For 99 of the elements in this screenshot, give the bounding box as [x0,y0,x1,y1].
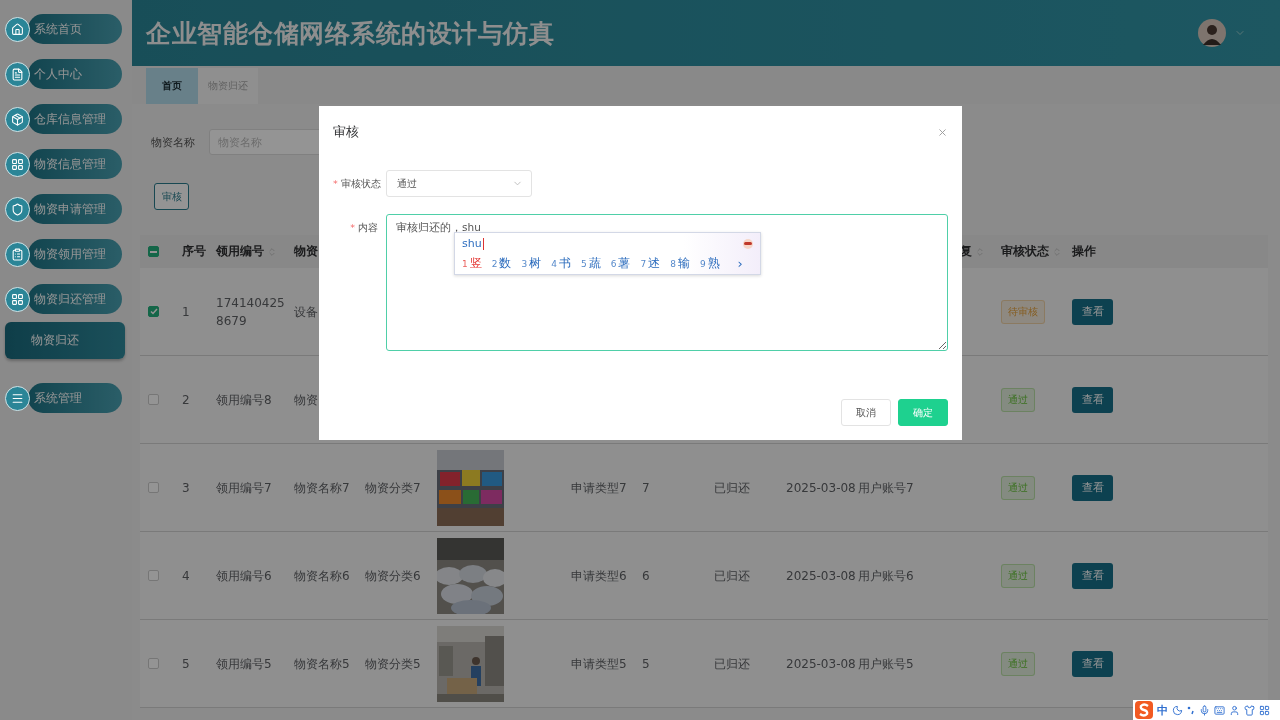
table-cell-text: 物资分类6 [365,567,422,585]
search-label: 物资名称 [151,134,195,150]
ime-candidate[interactable]: 1 竖 [462,254,482,272]
table-cell-text: 已归还 [714,567,751,585]
table-cell-text: 物资分类5 [365,655,422,673]
table-cell-text: 5 [642,655,651,673]
tab[interactable]: 首页 [146,68,198,104]
shirt-icon[interactable] [1244,704,1255,716]
table-cell-text: 2025-03-08 [786,655,857,673]
ime-candidate[interactable]: 4 书 [551,254,571,272]
row-checkbox[interactable] [148,570,159,581]
field-label: 审核状态 [340,178,381,189]
row-checkbox[interactable] [148,394,159,405]
table-cell-text: 1741404258679 [216,294,286,330]
sidebar-item[interactable]: 物资归还管理 [28,284,122,314]
table-cell-text: 2025-03-08 [786,479,857,497]
table-cell-text: 领用编号7 [216,479,273,497]
punctuation-icon[interactable] [1187,705,1195,715]
review-button[interactable]: 审核 [154,183,189,210]
ime-logo-icon[interactable] [1135,701,1153,719]
table-cell-text: 用户账号7 [858,479,915,497]
table-cell-text: 物资名称6 [294,567,351,585]
ime-candidate[interactable]: 7 述 [640,254,661,272]
clipboard-icon [5,241,30,267]
table-cell-text: 领用编号8 [216,391,273,409]
next-page-button[interactable]: › [737,255,743,271]
cancel-button[interactable]: 取消 [841,399,891,426]
sidebar-item[interactable]: 物资信息管理 [28,149,122,179]
table-cell-text: 物资名称7 [294,479,351,497]
ime-candidate[interactable]: 9 熟 [699,254,720,272]
ime-candidate[interactable]: 8 输 [670,254,690,272]
mascot-icon [742,238,754,249]
table-cell-text: 6 [642,567,651,585]
view-button[interactable]: 查看 [1072,386,1113,413]
row-checkbox[interactable] [148,658,159,669]
table-cell-text: 申请类型7 [571,479,628,497]
view-button[interactable]: 查看 [1072,474,1113,501]
sidebar-item[interactable]: 系统管理 [28,383,122,413]
table-cell-text: 物资 [294,391,319,409]
ime-candidate[interactable]: 3 树 [521,254,542,272]
view-button[interactable]: 查看 [1072,298,1113,325]
sidebar-item[interactable]: 系统首页 [28,14,122,44]
moon-icon[interactable] [1172,704,1183,716]
table-cell-text: 已归还 [714,655,751,673]
table-cell-text: 7 [642,479,651,497]
shield-icon [5,196,30,222]
avatar[interactable] [1198,19,1226,47]
table-cell-text: 领用编号6 [216,567,273,585]
user-icon[interactable] [1229,704,1240,716]
microphone-icon[interactable] [1199,704,1210,716]
table-cell-text: 领用编号5 [216,655,273,673]
table-cell-text: 用户账号5 [858,655,915,673]
keyboard-icon[interactable] [1214,704,1225,716]
ime-candidate[interactable]: 6 薯 [610,254,631,272]
table-cell-text: 2025-03-08 [786,567,857,585]
table-cell-text: 1 [182,303,191,321]
row-checkbox[interactable] [148,482,159,493]
view-button[interactable]: 查看 [1072,562,1113,589]
sidebar-item[interactable]: 物资申请管理 [28,194,122,224]
table-cell-text: 设备 [294,303,319,321]
column-header[interactable]: 序号 [182,243,206,260]
table-cell-text: 已归还 [714,479,751,497]
sidebar-subitem[interactable]: 物资归还 [5,322,125,359]
table-cell-text: 申请类型5 [571,655,628,673]
column-header[interactable]: 操作 [1072,243,1096,260]
table-cell-text: 3 [182,479,191,497]
table-cell-text: 申请类型6 [571,567,628,585]
table-cell-text: 用户账号6 [858,567,915,585]
select-all-checkbox[interactable] [148,246,159,257]
table-cell-text: 2 [182,391,191,409]
document-icon [5,61,30,87]
ime-candidate[interactable]: 2 数 [491,254,512,272]
menu-icon [5,385,30,411]
sidebar-item[interactable]: 仓库信息管理 [28,104,122,134]
sidebar-item[interactable]: 个人中心 [28,59,122,89]
field-label: 内容 [358,222,378,233]
ime-candidate[interactable]: 5 蔬 [580,254,601,272]
table-cell-text: 物资名称5 [294,655,351,673]
grid-icon[interactable] [1259,704,1270,716]
view-button[interactable]: 查看 [1072,650,1113,677]
column-header[interactable]: 审核状态 [1001,243,1062,260]
grid-icon [5,286,30,312]
package-icon [5,106,30,132]
table-cell-text: 5 [182,655,191,673]
column-header[interactable]: 物资 [294,243,318,260]
ime-composition: shu [462,237,484,250]
home-icon [5,16,30,42]
required-mark: * [333,178,338,189]
close-button[interactable] [937,126,948,138]
table-cell-text: 物资分类7 [365,479,422,497]
column-header[interactable]: 领用编号 [216,243,277,260]
table-cell-text: 4 [182,567,191,585]
required-mark: * [350,222,355,233]
input-mode-toggle[interactable]: 中 [1157,702,1168,718]
sidebar-item[interactable]: 物资领用管理 [28,239,122,269]
row-checkbox[interactable] [148,306,159,317]
grid-icon [5,151,30,177]
status-select[interactable]: 通过 [386,170,532,197]
app-title: 企业智能仓储网络系统的设计与仿真 [146,17,554,50]
